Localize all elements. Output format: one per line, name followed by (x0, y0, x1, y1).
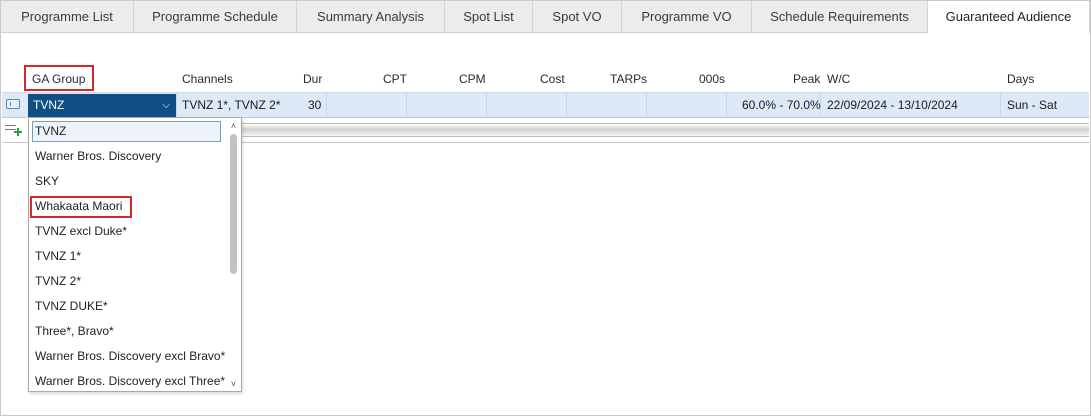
dropdown-option[interactable]: SKY (35, 169, 59, 194)
add-row-icon[interactable] (5, 122, 22, 136)
dropdown-option[interactable]: Warner Bros. Discovery (35, 144, 161, 169)
chevron-up-icon[interactable]: ˄ (227, 120, 240, 132)
cell-peak[interactable]: 60.0% - 70.0% (742, 93, 821, 117)
tab-programme-schedule[interactable]: Programme Schedule (134, 1, 297, 32)
row-indicator-icon[interactable] (6, 99, 20, 109)
header-tarps[interactable]: TARPs (610, 67, 647, 92)
header-cpt[interactable]: CPT (383, 67, 407, 92)
chevron-down-icon[interactable]: ˅ (227, 378, 240, 390)
cell-dur[interactable]: 30 (308, 93, 321, 117)
tab-programme-list[interactable]: Programme List (1, 1, 134, 32)
cell-divider (566, 93, 567, 117)
tab-spot-list[interactable]: Spot List (445, 1, 533, 32)
cell-divider (646, 93, 647, 117)
ga-group-combobox[interactable]: TVNZ ⌵ (28, 94, 176, 117)
cell-wc[interactable]: 22/09/2024 - 13/10/2024 (827, 93, 958, 117)
cell-divider (326, 93, 327, 117)
cell-divider (406, 93, 407, 117)
dropdown-option[interactable]: TVNZ DUKE* (35, 294, 108, 319)
ga-group-combobox-value: TVNZ (33, 98, 65, 112)
dropdown-option[interactable]: TVNZ 2* (35, 269, 81, 294)
dropdown-option[interactable]: TVNZ 1* (35, 244, 81, 269)
tab-summary-analysis[interactable]: Summary Analysis (297, 1, 445, 32)
ga-group-header-highlight (24, 65, 94, 91)
cell-channels[interactable]: TVNZ 1*, TVNZ 2* (182, 93, 280, 117)
cell-days[interactable]: Sun - Sat (1007, 93, 1057, 117)
dropdown-scrollbar[interactable]: ˄ ˅ (227, 119, 240, 390)
header-cpm[interactable]: CPM (459, 67, 486, 92)
cell-divider (486, 93, 487, 117)
header-wc[interactable]: W/C (827, 67, 850, 92)
tab-programme-vo[interactable]: Programme VO (622, 1, 752, 32)
tab-spot-vo[interactable]: Spot VO (533, 1, 622, 32)
tab-schedule-requirements[interactable]: Schedule Requirements (752, 1, 928, 32)
scrollbar-thumb[interactable] (230, 134, 237, 274)
header-peak[interactable]: Peak (793, 67, 820, 92)
dropdown-option[interactable]: Three*, Bravo* (35, 319, 114, 344)
header-days[interactable]: Days (1007, 67, 1034, 92)
cell-divider (1000, 93, 1001, 117)
cell-divider (726, 93, 727, 117)
tab-guaranteed-audience[interactable]: Guaranteed Audience (928, 1, 1090, 33)
tab-bar: Programme List Programme Schedule Summar… (1, 1, 1090, 33)
header-channels[interactable]: Channels (182, 67, 233, 92)
whakaata-maori-highlight (30, 196, 132, 218)
cell-divider (176, 93, 177, 117)
dropdown-option[interactable]: TVNZ excl Duke* (35, 219, 127, 244)
new-row-bar (242, 123, 1089, 137)
guaranteed-audience-panel: Programme List Programme Schedule Summar… (0, 0, 1091, 416)
dropdown-option-selected[interactable]: TVNZ (32, 121, 221, 142)
dropdown-option[interactable]: Warner Bros. Discovery excl Bravo* (35, 344, 225, 369)
ga-group-dropdown-list[interactable]: TVNZ Warner Bros. Discovery SKY Whakaata… (28, 117, 242, 392)
header-cost[interactable]: Cost (540, 67, 565, 92)
dropdown-option[interactable]: Warner Bros. Discovery excl Three* (35, 369, 225, 394)
header-dur[interactable]: Dur (303, 67, 322, 92)
chevron-down-icon[interactable]: ⌵ (162, 94, 170, 117)
header-000s[interactable]: 000s (699, 67, 725, 92)
